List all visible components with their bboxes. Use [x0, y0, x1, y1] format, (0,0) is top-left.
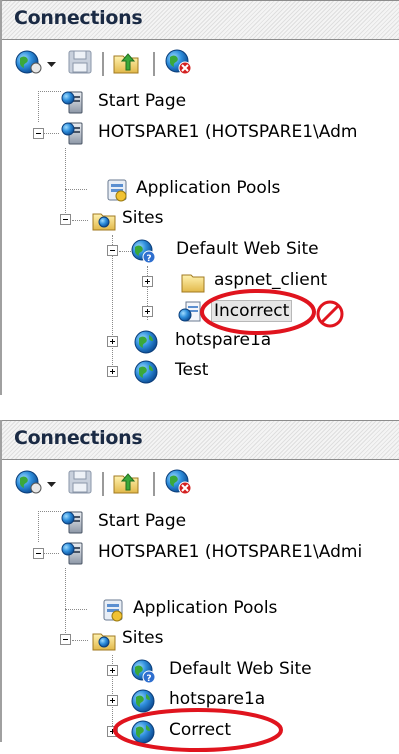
- toolbar-separator: [102, 472, 105, 496]
- tree-item-app-pools[interactable]: Application Pools: [2, 175, 399, 205]
- website-globe-icon: [130, 658, 156, 684]
- tree-item-test[interactable]: Test: [2, 357, 399, 387]
- disconnect-icon[interactable]: [164, 468, 194, 496]
- tree-item-label: Sites: [122, 208, 164, 228]
- prohibited-icon: [316, 300, 344, 328]
- expand-icon[interactable]: [107, 366, 118, 377]
- tree-item-label: Default Web Site: [176, 239, 319, 259]
- connections-panel-top: Connections Start Page HOTSPARE1 (HOTSPA…: [0, 0, 399, 395]
- expand-icon[interactable]: [142, 276, 153, 287]
- tree-item-label: HOTSPARE1 (HOTSPARE1\Adm: [98, 122, 358, 142]
- annotation-ellipse: [113, 708, 283, 752]
- toolbar-separator: [153, 472, 156, 496]
- collapse-icon[interactable]: [33, 128, 44, 139]
- toolbar-separator: [102, 52, 105, 76]
- dropdown-arrow-icon[interactable]: [46, 48, 58, 76]
- app-pools-icon: [104, 177, 130, 203]
- tree-item-default-web-site[interactable]: Default Web Site: [2, 236, 399, 266]
- website-globe-icon: [130, 238, 156, 264]
- save-icon[interactable]: [66, 48, 94, 76]
- connections-toolbar: [2, 461, 399, 503]
- connections-header: Connections: [2, 420, 399, 460]
- up-folder-icon[interactable]: [112, 48, 142, 76]
- disconnect-icon[interactable]: [164, 48, 194, 76]
- tree-item-start-page[interactable]: Start Page: [2, 508, 399, 538]
- app-pools-icon: [100, 597, 126, 623]
- tree-item-label: Start Page: [98, 91, 187, 111]
- tree-item-start-page[interactable]: Start Page: [2, 88, 399, 118]
- collapse-icon[interactable]: [33, 548, 44, 559]
- tree-item-server[interactable]: HOTSPARE1 (HOTSPARE1\Admi: [2, 539, 399, 569]
- start-page-icon: [60, 510, 86, 536]
- server-icon: [60, 121, 86, 147]
- expand-icon[interactable]: [107, 665, 118, 676]
- collapse-icon[interactable]: [60, 634, 71, 645]
- tree-item-sites[interactable]: Sites: [2, 205, 399, 235]
- tree-item-label: Test: [175, 360, 209, 380]
- tree-item-default-web-site[interactable]: Default Web Site: [2, 656, 399, 686]
- website-globe-icon: [133, 359, 159, 385]
- expand-icon[interactable]: [142, 306, 153, 317]
- tree-item-label: HOTSPARE1 (HOTSPARE1\Admi: [98, 542, 363, 562]
- connections-toolbar: [2, 41, 399, 83]
- server-icon: [60, 541, 86, 567]
- tree-item-label: Start Page: [98, 511, 187, 531]
- toolbar-separator: [153, 52, 156, 76]
- connections-header: Connections: [2, 0, 399, 40]
- collapse-icon[interactable]: [107, 245, 118, 256]
- connect-globe-icon[interactable]: [14, 48, 44, 76]
- dropdown-arrow-icon[interactable]: [46, 468, 58, 496]
- expand-icon[interactable]: [107, 336, 118, 347]
- tree-item-label: Default Web Site: [169, 659, 312, 679]
- up-folder-icon[interactable]: [112, 468, 142, 496]
- tree-item-app-pools[interactable]: Application Pools: [2, 595, 399, 625]
- tree-item-server[interactable]: HOTSPARE1 (HOTSPARE1\Adm: [2, 119, 399, 149]
- tree-item-sites[interactable]: Sites: [2, 625, 399, 655]
- connections-panel-bottom: Connections Start Page HOTSPARE1 (HOTSPA…: [0, 420, 399, 752]
- sites-folder-icon: [91, 627, 117, 653]
- save-icon[interactable]: [66, 468, 94, 496]
- website-globe-icon: [133, 329, 159, 355]
- tree-item-label: Application Pools: [133, 598, 278, 618]
- annotation-ellipse: [200, 289, 316, 335]
- connections-title: Connections: [14, 7, 143, 29]
- tree-item-label: Sites: [122, 628, 164, 648]
- tree-item-label: Application Pools: [136, 178, 281, 198]
- connections-title: Connections: [14, 427, 143, 449]
- sites-folder-icon: [91, 207, 117, 233]
- start-page-icon: [60, 90, 86, 116]
- collapse-icon[interactable]: [60, 214, 71, 225]
- connect-globe-icon[interactable]: [14, 468, 44, 496]
